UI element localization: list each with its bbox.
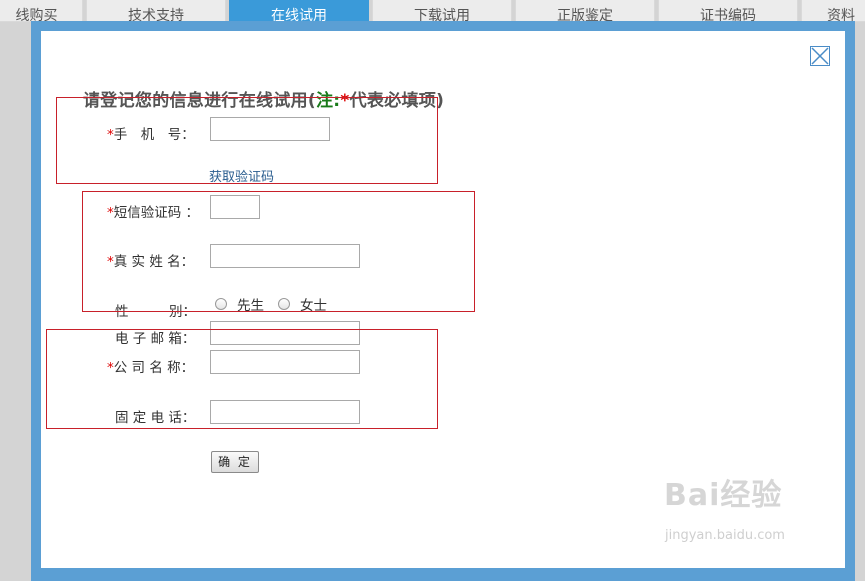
gender-female-radio[interactable] [278, 298, 290, 310]
tab-support[interactable]: 技术支持 [86, 0, 226, 22]
tab-cert-code[interactable]: 证书编码 [658, 0, 798, 22]
gender-label: 性 别： [115, 304, 196, 320]
real-name-label: *真 实 姓 名： [107, 250, 194, 270]
landline-label: 固 定 电 话： [115, 410, 196, 426]
watermark-url: jingyan.baidu.com [665, 528, 785, 543]
sms-code-label-text: 短信验证码 ： [113, 205, 200, 221]
landline-input[interactable] [210, 400, 360, 424]
real-name-label-text: 真 实 姓 名： [113, 254, 195, 270]
phone-label-text: 手 机 号： [113, 127, 195, 143]
close-icon [811, 47, 829, 65]
real-name-input[interactable] [210, 244, 360, 268]
watermark-brand: Bai经验 [664, 478, 783, 513]
close-button[interactable] [810, 46, 830, 66]
required-mark: * [107, 127, 114, 143]
tab-download-trial[interactable]: 下载试用 [372, 0, 512, 22]
phone-label: *手 机 号： [107, 123, 195, 143]
sms-code-input[interactable] [210, 195, 260, 219]
title-note: 注: [315, 91, 341, 111]
email-input[interactable] [210, 321, 360, 345]
baidu-watermark: Bai经验 jingyan.baidu.com [664, 470, 785, 543]
company-label: *公 司 名 称： [107, 356, 194, 376]
title-star: * [340, 91, 350, 111]
tab-online-trial[interactable]: 在线试用 [229, 0, 369, 22]
tab-genuine-check[interactable]: 正版鉴定 [515, 0, 655, 22]
required-mark: * [107, 360, 114, 376]
email-label: 电 子 邮 箱： [115, 331, 196, 347]
top-nav-tabs: 线购买 技术支持 在线试用 下载试用 正版鉴定 证书编码 资料 [0, 0, 865, 22]
submit-button[interactable]: 确 定 [211, 451, 259, 473]
required-mark: * [107, 205, 114, 221]
company-input[interactable] [210, 350, 360, 374]
required-mark: * [107, 254, 114, 270]
gender-male-label: 先生 [237, 298, 264, 314]
gender-female-label: 女士 [300, 298, 327, 314]
tab-docs[interactable]: 资料 [801, 0, 865, 22]
phone-input[interactable] [210, 117, 330, 141]
title-main: 请登记您的信息进行在线试用( [83, 91, 316, 111]
company-label-text: 公 司 名 称： [113, 360, 195, 376]
sms-code-label: *短信验证码 ： [107, 201, 199, 221]
form-title: 请登记您的信息进行在线试用(注:*代表必填项) [83, 86, 444, 111]
tab-buy[interactable]: 线购买 [0, 0, 83, 22]
gender-male-radio[interactable] [215, 298, 227, 310]
title-tail: 代表必填项) [349, 91, 445, 111]
get-code-link[interactable]: 获取验证码 [209, 166, 274, 185]
